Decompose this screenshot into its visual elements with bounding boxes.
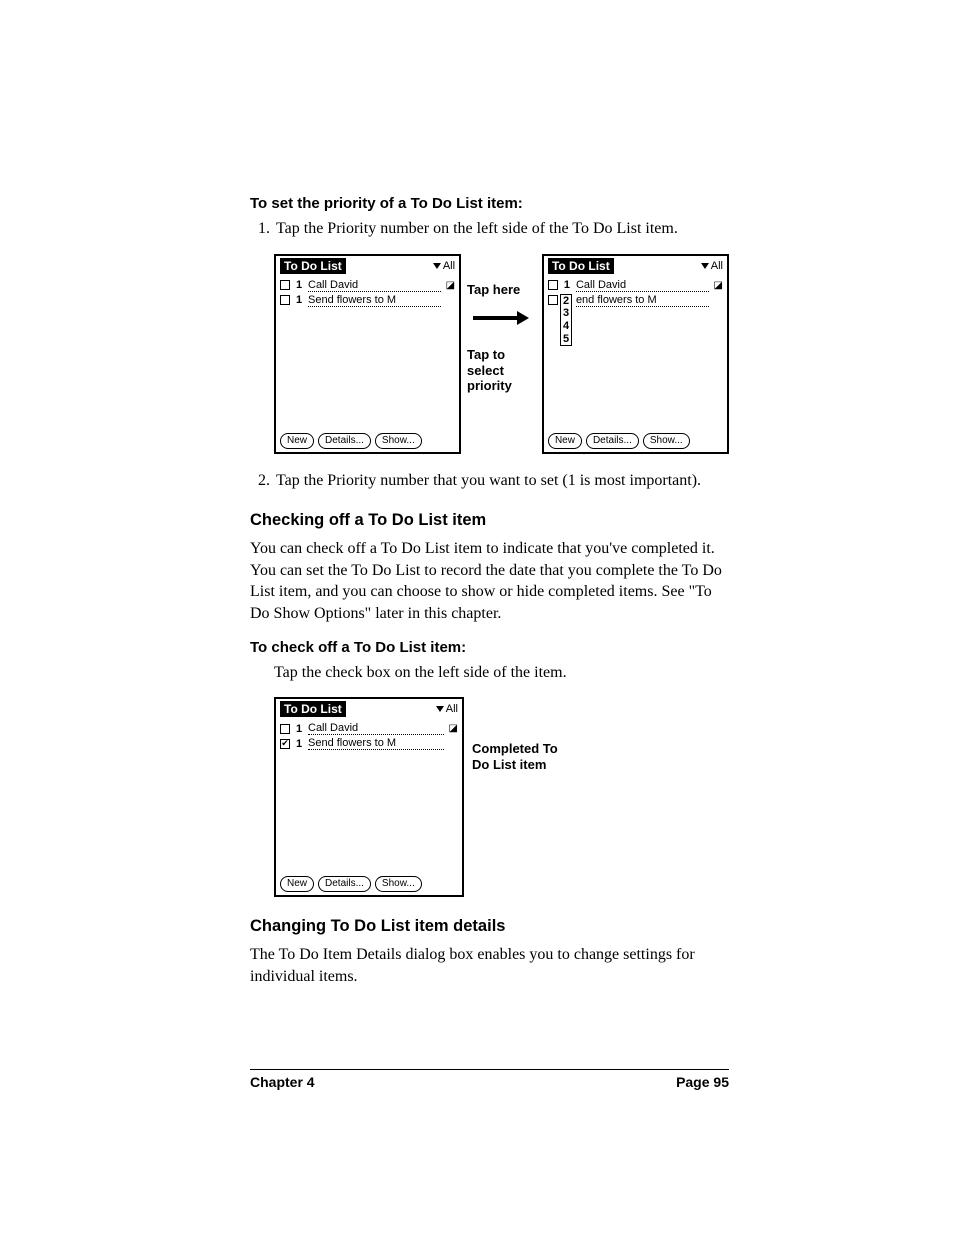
show-button[interactable]: Show... bbox=[375, 433, 422, 449]
app-title: To Do List bbox=[548, 258, 614, 274]
item-text[interactable]: Call David bbox=[308, 279, 441, 292]
palm-screen-right: To Do List All 1 Call David ◪ 1 end flow… bbox=[542, 254, 729, 454]
dropdown-icon bbox=[701, 263, 709, 269]
note-icon[interactable]: ◪ bbox=[713, 280, 723, 291]
item-text[interactable]: end flowers to M bbox=[576, 294, 709, 307]
section-heading-checking: Checking off a To Do List item bbox=[250, 511, 729, 530]
checkbox-checked-icon[interactable]: ✔ bbox=[280, 739, 290, 749]
priority-option[interactable]: 2 bbox=[563, 295, 569, 308]
category-label: All bbox=[443, 260, 455, 272]
note-icon[interactable]: ◪ bbox=[445, 280, 455, 291]
todo-row[interactable]: 1 Call David ◪ bbox=[548, 278, 723, 293]
checkbox-icon[interactable] bbox=[548, 280, 558, 290]
callout-tap-here: Tap here bbox=[467, 282, 536, 298]
app-title: To Do List bbox=[280, 701, 346, 717]
category-selector[interactable]: All bbox=[436, 703, 458, 715]
priority-number[interactable]: 1 bbox=[562, 279, 572, 291]
item-text[interactable]: Call David bbox=[576, 279, 709, 292]
checkbox-icon[interactable] bbox=[280, 724, 290, 734]
procedure-heading-set-priority: To set the priority of a To Do List item… bbox=[250, 195, 729, 212]
palm-screen-left: To Do List All 1 Call David ◪ 1 Send flo… bbox=[274, 254, 461, 454]
step-1: Tap the Priority number on the left side… bbox=[274, 218, 729, 240]
figure-priority: To Do List All 1 Call David ◪ 1 Send flo… bbox=[274, 254, 729, 454]
new-button[interactable]: New bbox=[548, 433, 582, 449]
priority-number[interactable]: 1 bbox=[294, 294, 304, 306]
item-text[interactable]: Send flowers to M bbox=[308, 737, 444, 750]
changing-paragraph: The To Do Item Details dialog box enable… bbox=[250, 944, 729, 987]
callout-completed: Completed To Do List item bbox=[472, 741, 562, 772]
details-button[interactable]: Details... bbox=[586, 433, 639, 449]
palm-screen-completed: To Do List All 1 Call David ◪ ✔ 1 Send f… bbox=[274, 697, 464, 897]
priority-number[interactable]: 1 bbox=[294, 723, 304, 735]
callout-tap-select: Tap to select priority bbox=[467, 347, 536, 394]
chapter-label: Chapter 4 bbox=[250, 1074, 315, 1090]
page-footer: Chapter 4 Page 95 bbox=[250, 1069, 729, 1090]
show-button[interactable]: Show... bbox=[375, 876, 422, 892]
todo-row[interactable]: 1 end flowers to M bbox=[548, 293, 723, 308]
category-selector[interactable]: All bbox=[701, 260, 723, 272]
details-button[interactable]: Details... bbox=[318, 433, 371, 449]
category-label: All bbox=[446, 703, 458, 715]
details-button[interactable]: Details... bbox=[318, 876, 371, 892]
step-2: Tap the Priority number that you want to… bbox=[274, 470, 729, 492]
dropdown-icon bbox=[436, 706, 444, 712]
priority-option[interactable]: 3 bbox=[563, 307, 569, 320]
note-icon[interactable]: ◪ bbox=[448, 723, 458, 734]
arrow-icon bbox=[467, 299, 536, 337]
item-text[interactable]: Send flowers to M bbox=[308, 294, 441, 307]
todo-row-checked[interactable]: ✔ 1 Send flowers to M bbox=[280, 736, 458, 751]
figure-completed: To Do List All 1 Call David ◪ ✔ 1 Send f… bbox=[274, 697, 729, 897]
app-title: To Do List bbox=[280, 258, 346, 274]
check-off-body: Tap the check box on the left side of th… bbox=[274, 662, 729, 684]
new-button[interactable]: New bbox=[280, 876, 314, 892]
todo-row[interactable]: 1 Call David ◪ bbox=[280, 721, 458, 736]
priority-number[interactable]: 1 bbox=[294, 279, 304, 291]
category-selector[interactable]: All bbox=[433, 260, 455, 272]
checkbox-icon[interactable] bbox=[548, 295, 558, 305]
dropdown-icon bbox=[433, 263, 441, 269]
priority-option[interactable]: 5 bbox=[563, 333, 569, 346]
checkbox-icon[interactable] bbox=[280, 280, 290, 290]
page: To set the priority of a To Do List item… bbox=[0, 0, 954, 1235]
show-button[interactable]: Show... bbox=[643, 433, 690, 449]
section-heading-changing: Changing To Do List item details bbox=[250, 917, 729, 936]
set-priority-steps: Tap the Priority number on the left side… bbox=[250, 218, 729, 240]
item-text[interactable]: Call David bbox=[308, 722, 444, 735]
priority-number[interactable]: 1 bbox=[294, 738, 304, 750]
page-number: Page 95 bbox=[676, 1074, 729, 1090]
todo-row[interactable]: 1 Call David ◪ bbox=[280, 278, 455, 293]
priority-popup[interactable]: 2 3 4 5 bbox=[560, 294, 572, 347]
set-priority-steps-cont: Tap the Priority number that you want to… bbox=[250, 470, 729, 492]
new-button[interactable]: New bbox=[280, 433, 314, 449]
checkbox-icon[interactable] bbox=[280, 295, 290, 305]
todo-row[interactable]: 1 Send flowers to M bbox=[280, 293, 455, 308]
category-label: All bbox=[711, 260, 723, 272]
procedure-heading-check-off: To check off a To Do List item: bbox=[250, 639, 729, 656]
checking-paragraph: You can check off a To Do List item to i… bbox=[250, 538, 729, 624]
priority-option[interactable]: 4 bbox=[563, 320, 569, 333]
